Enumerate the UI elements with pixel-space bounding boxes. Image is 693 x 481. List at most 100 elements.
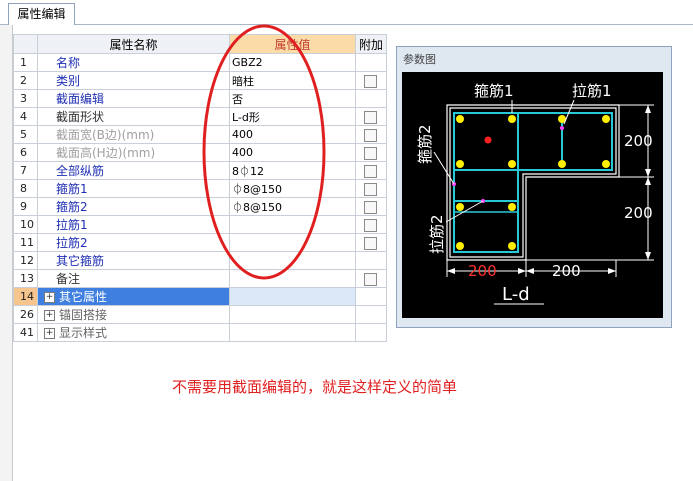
property-value[interactable]: 8⏀12: [229, 161, 356, 180]
extra-checkbox[interactable]: [364, 182, 377, 196]
group-row[interactable]: 26 + 锚固搭接: [13, 305, 387, 324]
label-tie2: 拉筋2: [428, 214, 446, 254]
group-value[interactable]: [229, 305, 356, 324]
shape-label: L-d: [502, 284, 530, 305]
extra-checkbox[interactable]: [364, 110, 377, 124]
row-number: 2: [13, 71, 38, 90]
extra-cell: [355, 107, 387, 126]
property-name[interactable]: 类别: [37, 71, 230, 90]
property-name[interactable]: 截面宽(B边)(mm): [37, 125, 230, 144]
property-value[interactable]: [229, 233, 356, 252]
row-number: 26: [13, 305, 38, 324]
group-row[interactable]: 41 + 显示样式: [13, 323, 387, 342]
expand-plus-icon[interactable]: +: [44, 292, 55, 303]
extra-checkbox[interactable]: [364, 128, 377, 142]
extra-checkbox[interactable]: [364, 146, 377, 160]
extra-cell: [355, 161, 387, 180]
group-name-cell[interactable]: + 锚固搭接: [37, 305, 230, 324]
property-name[interactable]: 箍筋2: [37, 197, 230, 216]
extra-checkbox[interactable]: [364, 272, 377, 286]
group-name-cell[interactable]: + 显示样式: [37, 323, 230, 342]
header-value[interactable]: 属性值: [229, 34, 356, 54]
property-row[interactable]: 13 备注: [13, 269, 387, 288]
group-value[interactable]: [229, 287, 356, 306]
extra-cell: [355, 251, 387, 270]
property-value[interactable]: GBZ2: [229, 53, 356, 72]
panel-title: 参数图: [403, 53, 436, 66]
extra-checkbox[interactable]: [364, 74, 377, 88]
property-value[interactable]: [229, 269, 356, 288]
property-row[interactable]: 8 箍筋1 ⏀8@150: [13, 179, 387, 198]
property-name[interactable]: 拉筋2: [37, 233, 230, 252]
extra-cell: [355, 323, 387, 342]
group-row[interactable]: 14 + 其它属性: [13, 287, 387, 306]
extra-cell: [355, 305, 387, 324]
row-number: 14: [13, 287, 38, 306]
property-name[interactable]: 备注: [37, 269, 230, 288]
property-value[interactable]: ⏀8@150: [229, 197, 356, 216]
property-row[interactable]: 7 全部纵筋 8⏀12: [13, 161, 387, 180]
group-value[interactable]: [229, 323, 356, 342]
extra-cell: [355, 53, 387, 72]
property-name[interactable]: 截面高(H边)(mm): [37, 143, 230, 162]
row-number: 10: [13, 215, 38, 234]
extra-cell: [355, 179, 387, 198]
property-row[interactable]: 12 其它箍筋: [13, 251, 387, 270]
property-row[interactable]: 9 箍筋2 ⏀8@150: [13, 197, 387, 216]
parameter-panel: 参数图 箍筋1 拉筋1 箍筋2 拉筋2 200 200 200 200 L-d: [396, 46, 672, 328]
row-number: 1: [13, 53, 38, 72]
property-value[interactable]: L-d形: [229, 107, 356, 126]
property-row[interactable]: 5 截面宽(B边)(mm) 400: [13, 125, 387, 144]
header-extra[interactable]: 附加: [355, 34, 387, 54]
expand-plus-icon[interactable]: +: [44, 310, 55, 321]
property-row[interactable]: 6 截面高(H边)(mm) 400: [13, 143, 387, 162]
property-row[interactable]: 3 截面编辑否: [13, 89, 387, 108]
extra-cell: [355, 197, 387, 216]
extra-cell: [355, 233, 387, 252]
extra-cell: [355, 125, 387, 144]
property-name[interactable]: 名称: [37, 53, 230, 72]
property-row[interactable]: 11 拉筋2: [13, 233, 387, 252]
property-name[interactable]: 其它箍筋: [37, 251, 230, 270]
dim-bottom-left: 200: [468, 262, 497, 280]
property-value[interactable]: 暗柱: [229, 71, 356, 90]
section-diagram: 箍筋1 拉筋1 箍筋2 拉筋2 200 200 200 200 L-d: [402, 72, 663, 318]
property-row[interactable]: 10 拉筋1: [13, 215, 387, 234]
extra-cell: [355, 89, 387, 108]
tab-property-edit[interactable]: 属性编辑: [8, 3, 75, 25]
extra-cell: [355, 71, 387, 90]
row-number: 9: [13, 197, 38, 216]
header-name[interactable]: 属性名称: [37, 34, 230, 54]
property-value[interactable]: ⏀8@150: [229, 179, 356, 198]
row-number: 11: [13, 233, 38, 252]
property-row[interactable]: 2 类别 暗柱: [13, 71, 387, 90]
dim-right-top: 200: [624, 132, 653, 150]
property-row[interactable]: 4 截面形状 L-d形: [13, 107, 387, 126]
extra-checkbox[interactable]: [364, 164, 377, 178]
property-value[interactable]: 400: [229, 125, 356, 144]
expand-plus-icon[interactable]: +: [44, 328, 55, 339]
property-value[interactable]: [229, 251, 356, 270]
group-name-cell[interactable]: + 其它属性: [37, 287, 230, 306]
extra-cell: [355, 269, 387, 288]
property-value[interactable]: 400: [229, 143, 356, 162]
property-name[interactable]: 截面形状: [37, 107, 230, 126]
property-name[interactable]: 截面编辑: [37, 89, 230, 108]
property-value[interactable]: [229, 215, 356, 234]
property-name[interactable]: 全部纵筋: [37, 161, 230, 180]
left-gutter: [0, 25, 13, 481]
property-name[interactable]: 箍筋1: [37, 179, 230, 198]
extra-checkbox[interactable]: [364, 236, 377, 250]
row-number: 6: [13, 143, 38, 162]
extra-checkbox[interactable]: [364, 218, 377, 232]
property-row[interactable]: 1 名称 GBZ2: [13, 53, 387, 72]
row-number: 4: [13, 107, 38, 126]
group-name: 其它属性: [59, 290, 108, 304]
property-name[interactable]: 拉筋1: [37, 215, 230, 234]
row-number: 41: [13, 323, 38, 342]
property-value[interactable]: 否: [229, 89, 356, 108]
extra-cell: [355, 143, 387, 162]
extra-cell: [355, 215, 387, 234]
extra-checkbox[interactable]: [364, 200, 377, 214]
row-number: 7: [13, 161, 38, 180]
